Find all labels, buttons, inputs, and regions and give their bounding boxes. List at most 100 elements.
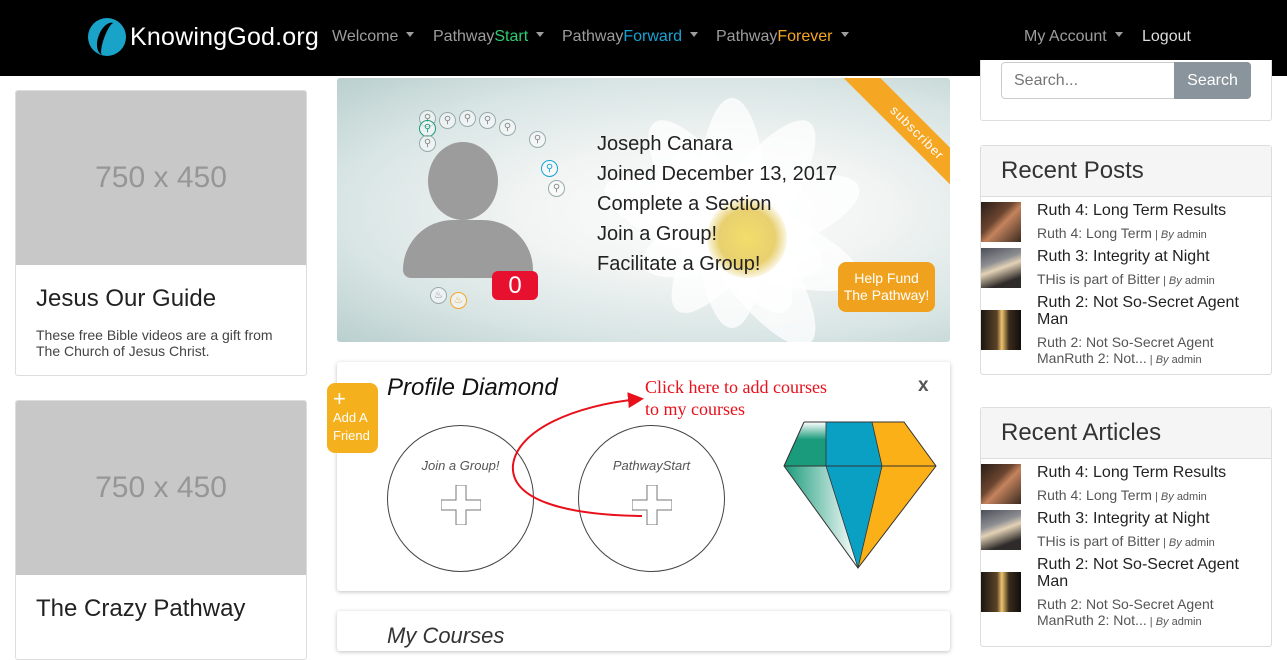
help-fund-label-line2: The Pathway! [843,287,930,303]
nav-my-account-label: My Account [1024,28,1107,45]
recent-posts-title: Recent Posts [981,146,1271,197]
caret-down-icon [1114,32,1123,38]
nav-pathway-start[interactable]: PathwayStart [433,28,545,46]
nav-pathway-forward-prefix: Pathway [562,28,624,45]
post-author[interactable]: admin [1185,275,1215,287]
course-card[interactable]: 750 x 450 Jesus Our Guide These free Bib… [15,90,307,376]
nav-logout[interactable]: Logout [1142,28,1191,46]
profile-joined-date: Joined December 13, 2017 [597,163,838,185]
post-excerpt-text: Ruth 4: Long Term [1037,225,1152,241]
recent-articles-panel: Recent Articles Ruth 4: Long Term Result… [980,407,1272,647]
add-friend-label-line1: Add A [333,410,368,425]
nav-pathway-forward[interactable]: PathwayForward [562,28,699,46]
profile-task-complete-section[interactable]: Complete a Section [597,193,772,216]
add-plus-icon [441,485,481,525]
profile-banner: ⚲ ⚲ ⚲ ⚲ ⚲ ⚲ ⚲ ⚲ ⚲ ⚲ ♨ ♨ 0 Joseph Canara … [337,78,950,342]
site-logo[interactable]: KnowingGod.org [88,18,319,56]
profile-diamond-icon [783,421,937,569]
flame-icon: ♨ [430,287,447,304]
nav-pathway-forever-suffix: Forever [777,28,833,45]
course-card[interactable]: 750 x 450 The Crazy Pathway [15,400,307,660]
score-badge: 0 [492,271,538,300]
recent-articles-title: Recent Articles [981,408,1271,459]
article-author[interactable]: admin [1185,537,1215,549]
post-excerpt-text: THis is part of Bitter [1037,271,1160,287]
caret-down-icon [536,32,545,38]
my-courses-panel: My Courses [337,611,950,651]
nav-welcome[interactable]: Welcome [332,28,415,46]
article-title[interactable]: Ruth 2: Not So-Secret Agent Man [1037,556,1269,590]
post-thumbnail[interactable] [981,202,1021,242]
post-excerpt: THis is part of Bitter | By admin [1037,271,1215,287]
post-author[interactable]: admin [1172,354,1202,366]
user-avatar[interactable] [403,142,533,282]
caret-down-icon [840,32,849,38]
card-title[interactable]: Jesus Our Guide [36,285,286,313]
article-title[interactable]: Ruth 4: Long Term Results [1037,464,1269,481]
hint-arrow-icon [511,392,644,517]
post-title[interactable]: Ruth 3: Integrity at Night [1037,248,1269,265]
article-thumbnail[interactable] [981,464,1021,504]
search-button[interactable]: Search [1174,62,1251,99]
close-icon[interactable]: x [918,375,929,397]
hint-line1: Click here to add courses [645,377,827,397]
nav-pathway-start-suffix: Start [494,28,529,45]
add-friend-button[interactable]: + Add A Friend [327,383,378,453]
post-thumbnail[interactable] [981,310,1021,350]
add-courses-hint: Click here to add courses to my courses [645,376,845,420]
help-fund-label-line1: Help Fund [854,270,919,286]
pin-icon: ⚲ [499,119,516,136]
profile-task-join-group[interactable]: Join a Group! [597,223,717,246]
nav-pathway-forever-prefix: Pathway [716,28,778,45]
article-excerpt-text: THis is part of Bitter [1037,533,1160,549]
nav-my-account[interactable]: My Account [1024,28,1123,46]
add-friend-label-line2: Friend [333,428,370,443]
post-author[interactable]: admin [1177,229,1207,241]
post-title[interactable]: Ruth 2: Not So-Secret Agent Man [1037,294,1269,328]
post-thumbnail[interactable] [981,248,1021,288]
hint-line2: to my courses [645,399,745,419]
my-courses-title: My Courses [387,623,505,648]
post-excerpt: Ruth 4: Long Term | By admin [1037,225,1207,241]
post-title[interactable]: Ruth 4: Long Term Results [1037,202,1269,219]
nav-welcome-label: Welcome [332,28,399,45]
recent-posts-panel: Recent Posts Ruth 4: Long Term Results R… [980,145,1272,375]
plus-icon: + [333,386,346,411]
article-title[interactable]: Ruth 3: Integrity at Night [1037,510,1269,527]
article-by-label: By [1155,616,1169,628]
article-excerpt-text: Ruth 4: Long Term [1037,487,1152,503]
logo-text: KnowingGod.org [130,22,320,51]
pin-icon: ⚲ [548,180,565,197]
article-thumbnail[interactable] [981,510,1021,550]
card-image-placeholder: 750 x 450 [16,401,306,575]
post-by-label: By [1168,275,1182,287]
post-by-label: By [1155,354,1169,366]
pin-icon: ⚲ [439,112,456,129]
card-description: These free Bible videos are a gift from … [36,327,273,359]
article-author[interactable]: admin [1177,491,1207,503]
article-thumbnail[interactable] [981,572,1021,612]
article-author[interactable]: admin [1172,616,1202,628]
post-excerpt: Ruth 2: Not So-Secret Agent ManRuth 2: N… [1037,334,1214,366]
card-title[interactable]: The Crazy Pathway [36,595,286,623]
profile-task-facilitate-group[interactable]: Facilitate a Group! [597,253,760,276]
post-by-label: By [1160,229,1174,241]
nav-pathway-forward-suffix: Forward [623,28,683,45]
logo-icon [88,18,126,56]
profile-name: Joseph Canara [597,133,733,155]
card-image-placeholder: 750 x 450 [16,91,306,265]
caret-down-icon [406,32,415,38]
article-excerpt: Ruth 4: Long Term | By admin [1037,487,1207,503]
search-input[interactable] [1001,62,1175,99]
help-fund-button[interactable]: Help Fund The Pathway! [838,262,935,312]
avatar-body [403,220,533,278]
nav-pathway-forever[interactable]: PathwayForever [716,28,849,46]
caret-down-icon [690,32,699,38]
article-by-label: By [1168,537,1182,549]
article-excerpt: THis is part of Bitter | By admin [1037,533,1215,549]
pin-icon: ⚲ [541,160,558,177]
avatar-head [428,142,498,220]
pin-icon: ⚲ [479,112,496,129]
pin-icon: ⚲ [459,110,476,127]
article-excerpt: Ruth 2: Not So-Secret Agent ManRuth 2: N… [1037,596,1214,628]
